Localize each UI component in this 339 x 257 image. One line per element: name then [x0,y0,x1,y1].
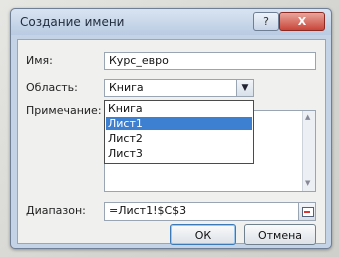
scope-combobox[interactable]: Книга ▼ [104,79,254,97]
collapse-dialog-button[interactable] [298,203,315,220]
cancel-button[interactable]: Отмена [244,224,316,245]
scope-option-sheet3[interactable]: Лист3 [106,147,252,160]
title-bar[interactable]: Создание имени ? X [11,9,331,35]
dialog-title: Создание имени [20,15,125,29]
scroll-down-icon[interactable]: ▼ [305,179,310,187]
range-select-icon [302,207,314,217]
chevron-down-icon[interactable]: ▼ [236,80,253,96]
range-input[interactable]: =Лист1!$C$3 [104,202,316,221]
comment-scrollbar[interactable]: ▲ ▼ [302,111,315,191]
name-label: Имя: [26,54,53,67]
name-input[interactable]: Курс_евро [104,52,316,70]
scroll-up-icon[interactable]: ▲ [305,113,310,121]
scope-dropdown-list: Книга Лист1 Лист2 Лист3 [104,100,254,164]
scope-label: Область: [26,81,78,94]
help-button[interactable]: ? [253,12,279,31]
scope-selected-value: Книга [109,81,144,94]
close-button[interactable]: X [279,12,325,31]
range-value: =Лист1!$C$3 [109,204,187,217]
scope-option-book[interactable]: Книга [106,102,252,115]
new-name-dialog: Создание имени ? X Имя: Курс_евро Област… [10,8,332,249]
range-label: Диапазон: [26,204,86,217]
dialog-body: Имя: Курс_евро Область: Книга ▼ Примечан… [17,39,326,245]
scope-option-sheet1[interactable]: Лист1 [106,117,252,130]
comment-label: Примечание: [26,104,102,117]
ok-button[interactable]: ОК [170,224,236,245]
scope-option-sheet2[interactable]: Лист2 [106,132,252,145]
